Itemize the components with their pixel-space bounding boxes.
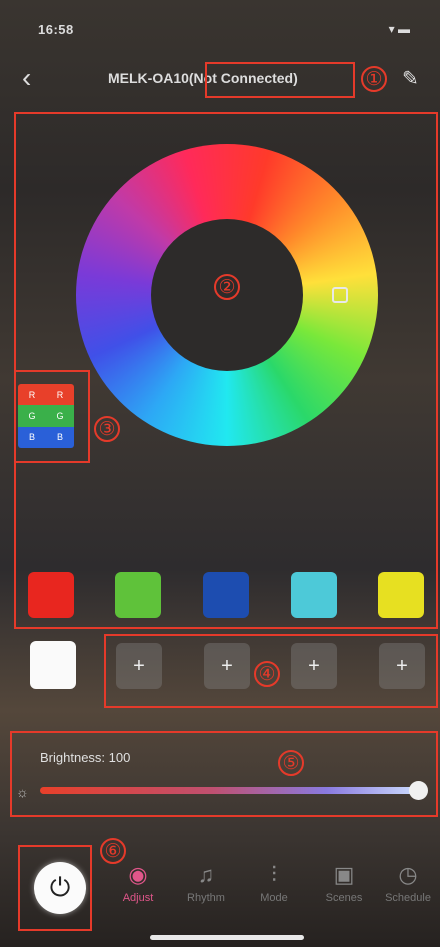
edit-pencil-icon[interactable]: ✎ bbox=[402, 66, 419, 91]
color-swatch-yellow[interactable] bbox=[378, 572, 424, 618]
palette-icon: ◉ bbox=[128, 862, 148, 887]
tab-label: Mode bbox=[260, 892, 288, 904]
tab-label: Scenes bbox=[325, 892, 363, 904]
status-bar: 16:58 ▾ ▬ bbox=[0, 0, 440, 58]
image-icon: ▣ bbox=[333, 862, 355, 887]
tab-rhythm[interactable]: ♫ Rhythm bbox=[176, 862, 236, 904]
tab-schedule[interactable]: ◷ Schedule bbox=[378, 862, 438, 904]
tab-adjust[interactable]: ◉ Adjust bbox=[108, 862, 168, 904]
tab-mode[interactable]: ⫶ Mode bbox=[244, 862, 304, 904]
color-swatch-green[interactable] bbox=[115, 572, 161, 618]
annotation-number-6: ⑥ bbox=[100, 838, 126, 864]
annotation-box-1 bbox=[205, 62, 355, 98]
music-note-icon: ♫ bbox=[197, 862, 215, 887]
mode-row-green: GG bbox=[18, 405, 74, 427]
add-custom-color-button[interactable]: + bbox=[291, 643, 337, 689]
tab-label: Schedule bbox=[385, 892, 431, 904]
sliders-icon: ⫶ bbox=[271, 862, 277, 887]
add-custom-color-button[interactable]: + bbox=[379, 643, 425, 689]
power-icon: ⏻ bbox=[49, 872, 71, 902]
home-indicator[interactable] bbox=[150, 935, 304, 940]
add-custom-color-button[interactable]: + bbox=[116, 643, 162, 689]
brightness-label: Brightness: 100 bbox=[40, 750, 131, 765]
color-swatch-cyan[interactable] bbox=[291, 572, 337, 618]
annotation-number-5: ⑤ bbox=[278, 750, 304, 776]
color-swatch-red[interactable] bbox=[28, 572, 74, 618]
add-custom-color-button[interactable]: + bbox=[204, 643, 250, 689]
tab-label: Rhythm bbox=[187, 892, 225, 904]
clock-icon: ◷ bbox=[398, 862, 418, 887]
brightness-slider-thumb[interactable] bbox=[409, 781, 428, 800]
status-time: 16:58 bbox=[38, 22, 74, 37]
mode-row-blue: BB bbox=[18, 426, 74, 448]
brightness-sun-icon: ☼ bbox=[16, 784, 29, 800]
annotation-number-2: ② bbox=[214, 274, 240, 300]
status-icons: ▾ ▬ bbox=[388, 22, 410, 36]
color-swatch-blue[interactable] bbox=[203, 572, 249, 618]
annotation-number-3: ③ bbox=[94, 416, 120, 442]
tab-scenes[interactable]: ▣ Scenes bbox=[314, 862, 374, 904]
back-arrow-icon[interactable]: ‹ bbox=[22, 64, 31, 92]
annotation-number-1: ① bbox=[361, 66, 387, 92]
annotation-number-4: ④ bbox=[254, 661, 280, 687]
tab-label: Adjust bbox=[122, 892, 154, 904]
color-picker-handle[interactable] bbox=[332, 287, 348, 303]
mode-row-red: RR bbox=[18, 384, 74, 406]
brightness-slider-track[interactable] bbox=[40, 787, 422, 794]
color-swatch-white[interactable] bbox=[30, 641, 76, 689]
annotation-box-5 bbox=[10, 731, 438, 817]
rgb-mode-icon[interactable]: RR GG BB bbox=[18, 384, 74, 448]
power-button[interactable]: ⏻ bbox=[34, 862, 86, 914]
